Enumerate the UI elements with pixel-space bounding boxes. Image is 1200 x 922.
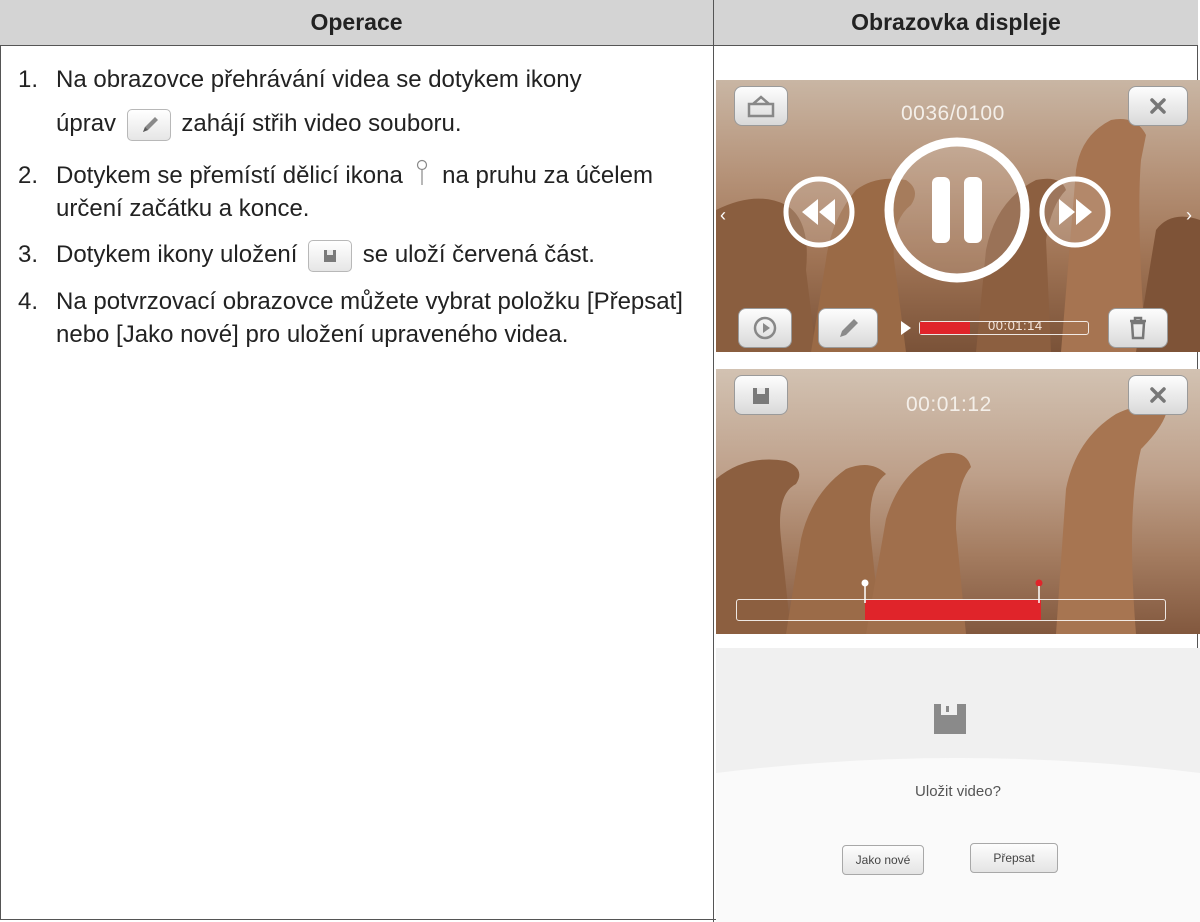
- step-text: Dotykem se přemístí dělicí ikona: [56, 162, 403, 189]
- header-operace: Operace: [0, 0, 714, 46]
- step-number: 4.: [18, 287, 39, 315]
- close-icon[interactable]: [1128, 86, 1188, 126]
- edit-screen: 00:01:12: [716, 369, 1200, 634]
- play-icon[interactable]: [899, 320, 913, 341]
- edit-pencil-icon[interactable]: [818, 308, 878, 348]
- playback-screen: 0036/0100 ‹ › 00:01:14: [716, 80, 1200, 352]
- step-text: Na potvrzovací obrazovce můžete vybrat p…: [56, 287, 683, 348]
- next-arrow-icon[interactable]: ›: [1186, 205, 1192, 226]
- edit-time: 00:01:12: [906, 393, 992, 416]
- step-text: zahájí střih video souboru.: [181, 110, 462, 137]
- step-text: Dotykem ikony uložení: [56, 241, 298, 268]
- step-number: 1.: [18, 66, 39, 93]
- step-3: 3. Dotykem ikony uložení se uloží červen…: [18, 238, 698, 272]
- delete-trash-icon[interactable]: [1108, 308, 1168, 348]
- fast-forward-icon[interactable]: [1038, 175, 1112, 254]
- pause-icon[interactable]: [882, 135, 1032, 290]
- split-pin-start[interactable]: [860, 579, 870, 608]
- step-text: Na obrazovce přehrávání videa se dotykem…: [56, 66, 582, 93]
- progress-fill: [920, 322, 971, 334]
- trim-track[interactable]: [736, 599, 1166, 621]
- steps-list: 1. Na obrazovce přehrávání videa se doty…: [18, 58, 698, 364]
- home-menu-icon[interactable]: [734, 86, 788, 126]
- rotate-icon[interactable]: [738, 308, 792, 348]
- header-obrazovka-displeje: Obrazovka displeje: [714, 0, 1198, 46]
- step-text: se uloží červená část.: [362, 241, 595, 268]
- step-1: 1. Na obrazovce přehrávání videa se doty…: [18, 58, 698, 146]
- save-icon: [308, 239, 353, 272]
- video-counter: 0036/0100: [901, 102, 1005, 125]
- edit-pencil-icon: [126, 108, 171, 141]
- step-2: 2. Dotykem se přemístí dělicí ikona na p…: [18, 159, 698, 225]
- step-text: úprav: [56, 110, 117, 137]
- playback-time: 00:01:14: [988, 318, 1043, 333]
- trim-selection: [865, 600, 1041, 620]
- split-pin-icon: [415, 159, 429, 189]
- prev-arrow-icon[interactable]: ‹: [720, 205, 726, 226]
- step-number: 3.: [18, 241, 39, 268]
- column-divider: [713, 46, 714, 922]
- save-icon: [930, 700, 970, 743]
- split-pin-end[interactable]: [1034, 579, 1044, 608]
- dialog-question: Uložit video?: [915, 783, 1001, 800]
- save-icon[interactable]: [734, 375, 788, 415]
- overwrite-button[interactable]: Přepsat: [970, 843, 1058, 873]
- close-icon[interactable]: [1128, 375, 1188, 415]
- step-4: 4. Na potvrzovací obrazovce můžete vybra…: [18, 285, 698, 351]
- rewind-icon[interactable]: [782, 175, 856, 254]
- step-number: 2.: [18, 162, 39, 189]
- save-confirm-screen: Uložit video? Jako nové Přepsat: [716, 648, 1200, 922]
- new-button[interactable]: Jako nové: [842, 845, 924, 875]
